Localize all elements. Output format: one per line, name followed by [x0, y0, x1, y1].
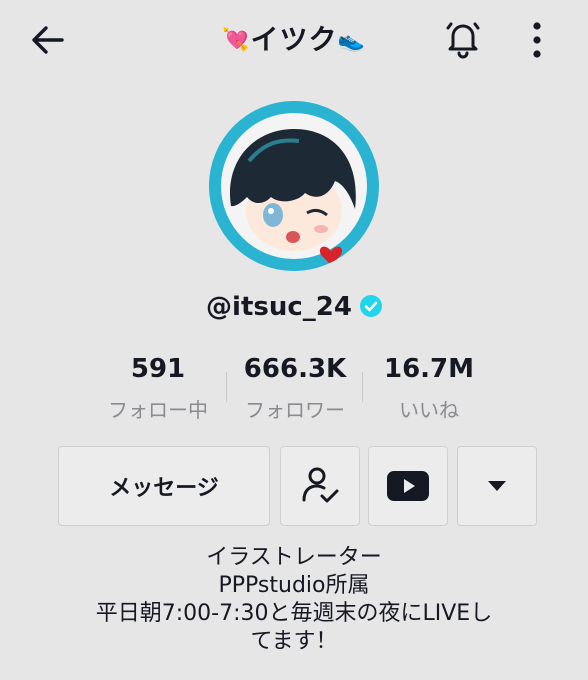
vertical-dots-icon — [533, 22, 541, 58]
following-count: 591 — [130, 354, 186, 384]
stat-followers[interactable]: 666.3K フォロワー — [229, 352, 361, 423]
notification-bell-button[interactable] — [440, 16, 486, 62]
message-button[interactable]: メッセージ — [58, 446, 270, 526]
followers-count: 666.3K — [243, 354, 347, 384]
triangle-down-icon — [488, 481, 506, 491]
handle-row: @itsuc_24 — [0, 292, 588, 322]
more-options-button[interactable] — [522, 18, 552, 62]
bell-icon — [446, 22, 480, 59]
bio-line: PPPstudio所属 — [218, 573, 370, 598]
username: @itsuc_24 — [206, 292, 352, 322]
profile-title: 💘イツク👟 — [0, 18, 588, 58]
youtube-link-button[interactable] — [368, 446, 448, 526]
heart-arrow-emoji: 💘 — [222, 28, 251, 53]
verified-badge-icon — [359, 295, 382, 317]
likes-label: いいね — [399, 398, 459, 422]
profile-bio: イラストレーター PPPstudio所属 平日朝7:00-7:30と毎週末の夜に… — [0, 544, 588, 656]
stat-divider — [362, 372, 363, 402]
stat-following[interactable]: 591 フォロー中 — [88, 352, 228, 423]
follow-status-button[interactable] — [280, 446, 360, 526]
bio-line: イラストレーター — [206, 545, 382, 570]
bio-line: 平日朝7:00-7:30と毎週末の夜にLIVEし — [95, 601, 493, 626]
stat-likes[interactable]: 16.7M いいね — [364, 352, 494, 423]
avatar-illustration — [209, 101, 379, 271]
profile-name: イツク — [250, 23, 338, 56]
followers-label: フォロワー — [245, 398, 345, 422]
stat-divider — [226, 372, 227, 402]
person-check-icon — [302, 467, 339, 503]
likes-count: 16.7M — [383, 354, 475, 384]
following-label: フォロー中 — [108, 398, 208, 422]
youtube-icon — [387, 471, 429, 501]
avatar[interactable] — [209, 101, 379, 271]
sneaker-emoji: 👟 — [337, 28, 366, 53]
more-actions-dropdown[interactable] — [457, 446, 537, 526]
top-bar: 💘イツク👟 — [0, 0, 588, 80]
bio-line: てます！ — [250, 629, 338, 654]
